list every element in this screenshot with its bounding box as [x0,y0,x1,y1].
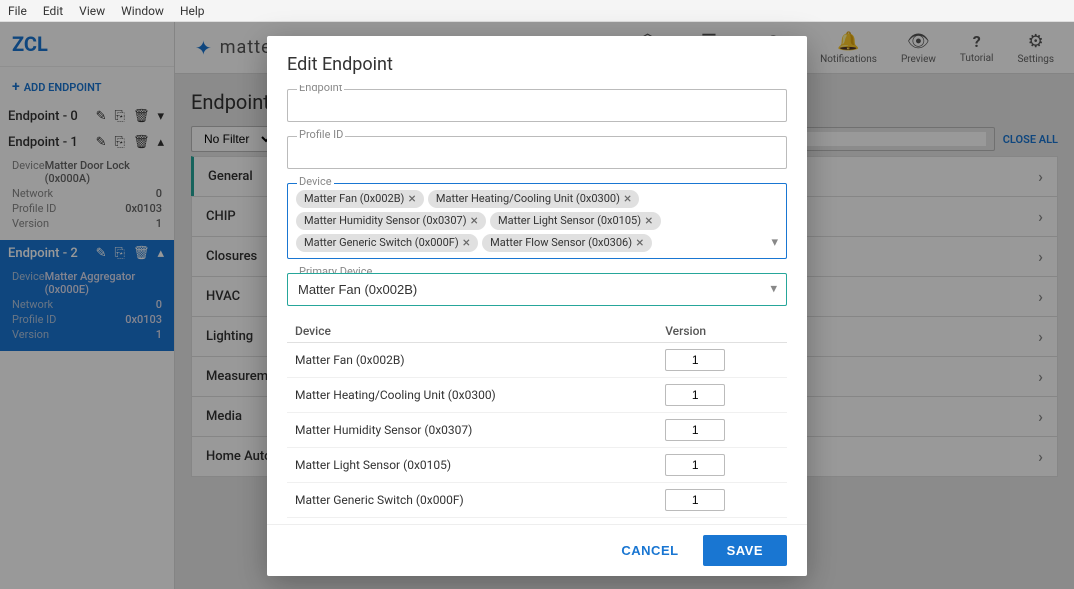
table-version-cell [657,482,787,517]
chip-heating: Matter Heating/Cooling Unit (0x0300) × [428,190,640,208]
table-row: Matter Heating/Cooling Unit (0x0300) [287,377,787,412]
table-version-header: Version [657,320,787,343]
endpoint-input[interactable]: 2 [287,89,787,122]
profile-id-label: Profile ID [297,128,345,141]
endpoint-field: Endpoint 2 [287,89,787,122]
modal-body: Endpoint 2 Profile ID 0x0103 Device Matt… [267,85,807,524]
menu-bar: File Edit View Window Help [0,0,1074,22]
primary-device-field: Primary Device Matter Fan (0x002B) Matte… [287,273,787,306]
menu-help[interactable]: Help [180,4,205,18]
save-button[interactable]: SAVE [703,535,787,566]
endpoint-field-label: Endpoint [297,85,344,94]
chip-fan-close[interactable]: × [408,192,415,206]
chip-fan-label: Matter Fan (0x002B) [304,192,404,205]
table-row: Matter Fan (0x002B) [287,342,787,377]
table-device-cell: Matter Fan (0x002B) [287,342,657,377]
edit-endpoint-modal: Edit Endpoint Endpoint 2 Profile ID 0x01… [267,36,807,576]
menu-edit[interactable]: Edit [43,4,63,18]
chip-flow-label: Matter Flow Sensor (0x0306) [490,236,632,249]
chip-heating-close[interactable]: × [624,192,631,206]
modal-footer: CANCEL SAVE [267,524,807,576]
chip-flow-close[interactable]: × [636,236,643,250]
table-device-cell: Matter Light Sensor (0x0105) [287,447,657,482]
table-version-cell [657,377,787,412]
version-input[interactable] [665,489,725,511]
table-version-cell [657,342,787,377]
chip-humidity-label: Matter Humidity Sensor (0x0307) [304,214,467,227]
table-device-cell: Matter Generic Switch (0x000F) [287,482,657,517]
primary-device-select[interactable]: Matter Fan (0x002B) Matter Heating/Cooli… [287,273,787,306]
chip-heating-label: Matter Heating/Cooling Unit (0x0300) [436,192,620,205]
chip-humidity: Matter Humidity Sensor (0x0307) × [296,212,486,230]
table-row: Matter Generic Switch (0x000F) [287,482,787,517]
profile-id-input[interactable]: 0x0103 [287,136,787,169]
chip-light-label: Matter Light Sensor (0x0105) [498,214,641,227]
version-input[interactable] [665,384,725,406]
table-device-header: Device [287,320,657,343]
table-device-cell: Matter Heating/Cooling Unit (0x0300) [287,377,657,412]
cancel-button[interactable]: CANCEL [605,535,694,566]
primary-device-select-wrapper: Matter Fan (0x002B) Matter Heating/Cooli… [287,273,787,306]
menu-file[interactable]: File [8,4,27,18]
table-row: Matter Humidity Sensor (0x0307) [287,412,787,447]
table-device-cell: Matter Humidity Sensor (0x0307) [287,412,657,447]
modal-title: Edit Endpoint [267,36,807,85]
menu-window[interactable]: Window [121,4,164,18]
chip-humidity-close[interactable]: × [471,214,478,228]
chip-fan: Matter Fan (0x002B) × [296,190,424,208]
profile-id-field: Profile ID 0x0103 [287,136,787,169]
device-chips-container[interactable]: Matter Fan (0x002B) × Matter Heating/Coo… [287,183,787,259]
version-input[interactable] [665,349,725,371]
device-field-label: Device [297,175,334,188]
table-version-cell [657,447,787,482]
table-row: Matter Light Sensor (0x0105) [287,447,787,482]
chip-light: Matter Light Sensor (0x0105) × [490,212,661,230]
version-input[interactable] [665,454,725,476]
chip-switch-label: Matter Generic Switch (0x000F) [304,236,459,249]
chip-flow: Matter Flow Sensor (0x0306) × [482,234,651,252]
device-version-table: Device Version Matter Fan (0x002B) Matte… [287,320,787,524]
chip-light-close[interactable]: × [645,214,652,228]
table-version-cell [657,412,787,447]
chip-switch: Matter Generic Switch (0x000F) × [296,234,478,252]
modal-overlay: Edit Endpoint Endpoint 2 Profile ID 0x01… [0,22,1074,589]
version-input[interactable] [665,419,725,441]
menu-view[interactable]: View [79,4,105,18]
device-dropdown-arrow: ▾ [771,235,778,250]
chip-switch-close[interactable]: × [463,236,470,250]
device-field: Device Matter Fan (0x002B) × Matter Heat… [287,183,787,259]
